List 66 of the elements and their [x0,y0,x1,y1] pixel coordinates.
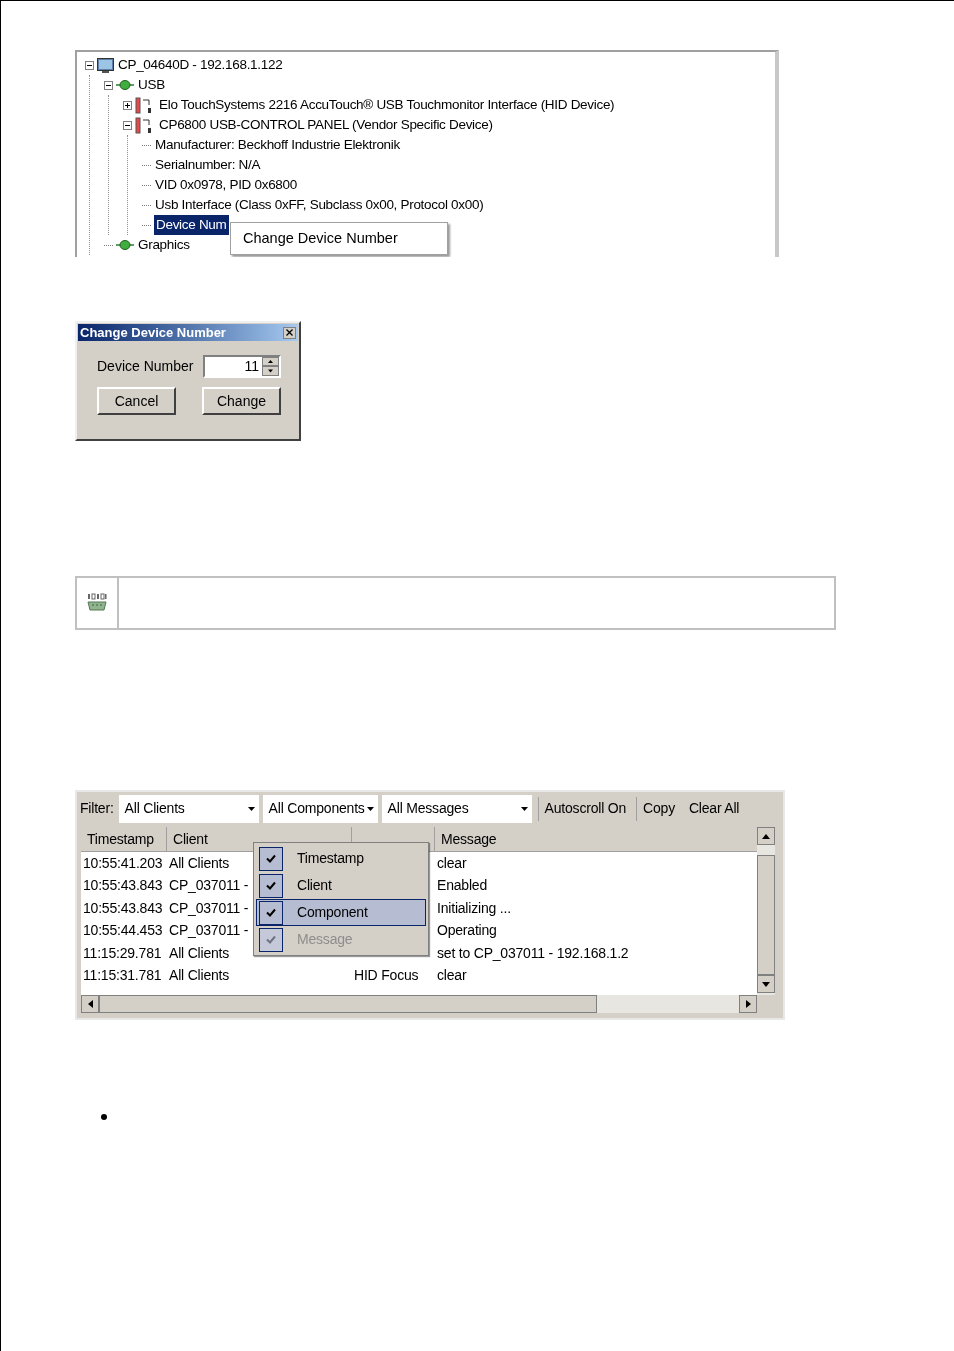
window-title: Change Device Number [80,323,226,342]
table-cell: All Clients [169,944,230,961]
table-cell: 11:15:29.781 [83,944,162,961]
table-cell: All Clients [169,854,230,871]
filter-label: Filter: [80,799,115,818]
serial-port-icon [87,593,107,613]
spin-up-icon[interactable] [262,357,279,366]
expander-icon[interactable] [123,100,132,110]
table-cell: 10:55:43.843 [83,899,163,916]
dropdown-caret-icon [520,806,528,811]
dropdown-caret-icon [247,806,255,811]
field-label: Device Number [97,357,195,376]
table-cell-text: clear [436,966,467,986]
column-header[interactable]: Message [435,827,757,851]
table-cell: CP_037011 - [169,922,249,939]
tree-item[interactable]: Elo TouchSystems 2216 AccuTouch® USB Touchmonitor Interface (HID Device) [158,94,616,116]
filter-dropdown[interactable]: All Messages [381,794,532,823]
scroll-down-icon[interactable] [762,981,770,987]
tree-item[interactable]: Device Num [154,214,229,236]
table-cell: HID Focus [354,967,419,984]
vertical-scrollbar[interactable] [757,827,775,995]
tree-item[interactable]: CP_04640D - 192.168.1.122 [117,54,284,76]
table-cell-text: clear [436,853,467,873]
number-spinner[interactable]: 11 [203,355,281,378]
close-icon[interactable] [283,326,296,339]
tree-item[interactable]: VID 0x0978, PID 0x6800 [154,174,298,196]
expander-icon[interactable] [123,120,132,130]
filter-dropdown[interactable]: All Components [262,794,378,823]
table-cell: All Clients [169,967,230,984]
table-cell: 11:15:31.781 [83,967,162,984]
monitor-icon [97,57,114,73]
table-cell: CP_037011 - [169,877,249,894]
spin-down-icon[interactable] [262,366,279,376]
dropdown-caret-icon [366,806,374,811]
tree-item[interactable]: CP6800 USB-CONTROL PANEL (Vendor Specific Device) [158,114,494,136]
dialog-button[interactable]: Change [202,387,281,415]
tree-item[interactable]: Graphics [137,234,191,256]
toolbar-button[interactable]: Autoscroll On [537,796,633,821]
toolbar-button[interactable]: Clear All [682,796,746,821]
tree-item[interactable]: Serialnumber: N/A [154,154,262,176]
scroll-left-icon[interactable] [87,1000,93,1008]
table-cell: 10:55:43.843 [83,877,163,894]
table-cell: CP_037011 - [169,899,249,916]
menu-item[interactable]: Component [256,899,426,926]
table-cell-text: set to CP_037011 - 192.168.1.2 [436,943,629,963]
column-header[interactable]: Timestamp [81,827,167,851]
scroll-up-icon[interactable] [762,833,770,839]
connector-icon [116,240,134,250]
toolbar-button[interactable]: Copy [636,796,681,821]
connector-icon [116,80,134,90]
table-cell: 10:55:41.203 [83,854,163,871]
filter-dropdown[interactable]: All Clients [118,794,259,823]
table-cell-text: Operating [436,921,497,941]
horizontal-scrollbar[interactable] [81,995,757,1013]
table-cell-text: Initializing ... [436,898,511,918]
expander-icon[interactable] [104,80,113,90]
bullet [101,1114,107,1120]
tree-item[interactable]: Usb Interface (Class 0xFF, Subclass 0x00, Protocol 0x00) [154,194,485,216]
table-cell-text: Enabled [436,876,487,896]
scroll-right-icon[interactable] [745,1000,751,1008]
table-cell: 10:55:44.453 [83,922,163,939]
expander-icon[interactable] [85,60,94,70]
menu-item[interactable]: Client [256,872,426,899]
tree-item[interactable]: Manufacturer: Beckhoff Industrie Elektronik [154,134,401,156]
dialog-button[interactable]: Cancel [97,387,176,415]
tree-item[interactable]: USB [137,74,166,96]
